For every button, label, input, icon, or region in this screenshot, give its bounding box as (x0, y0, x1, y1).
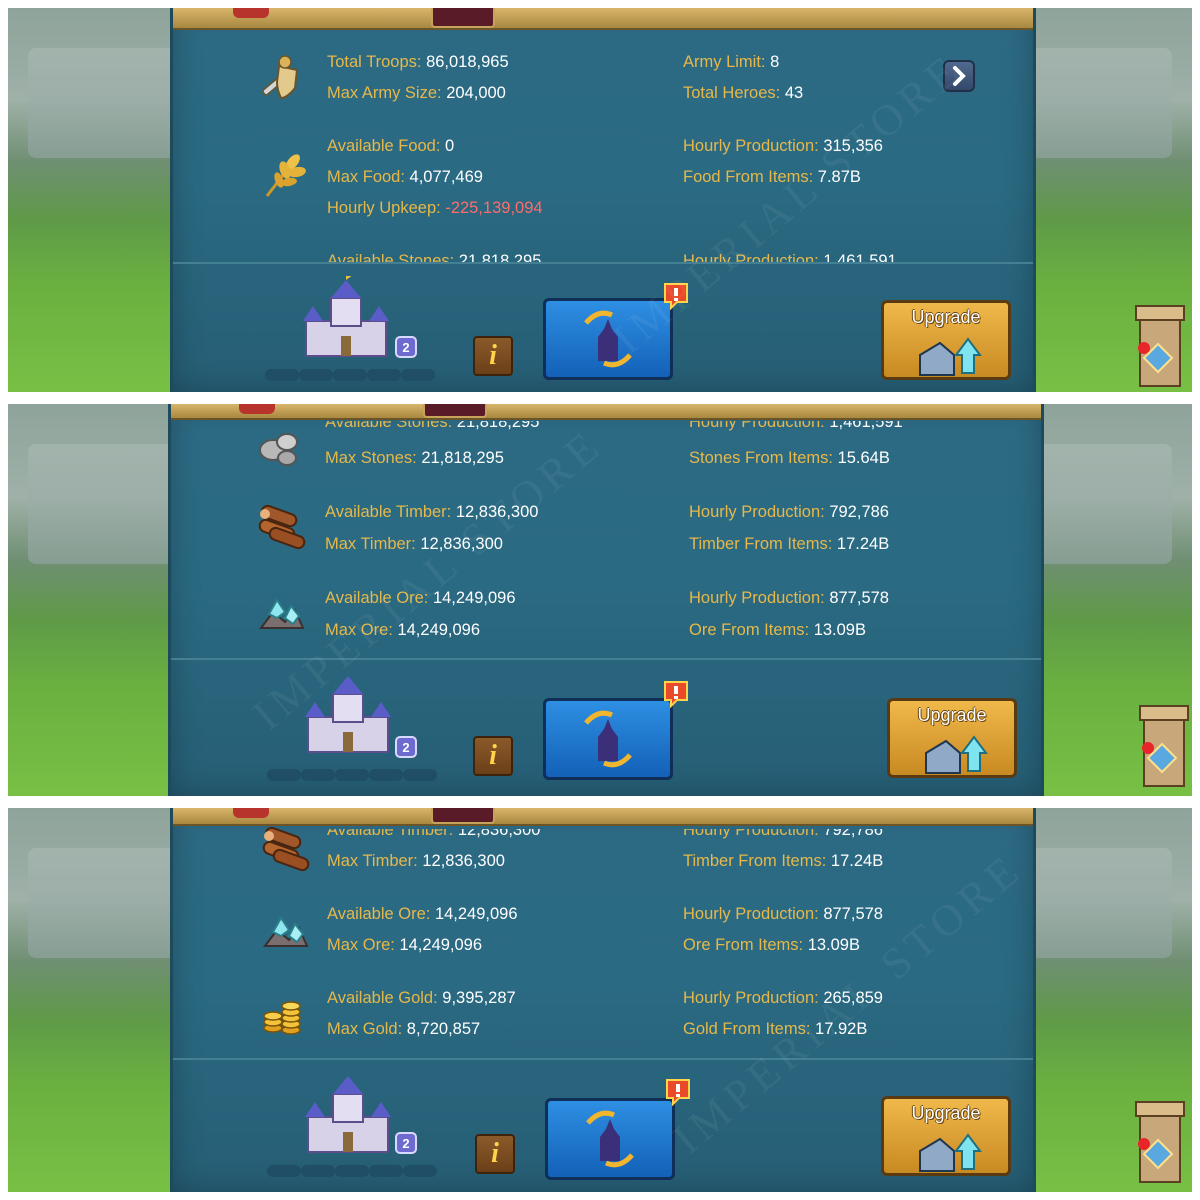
background-wall (1022, 848, 1172, 958)
castle-level-badge: 2 (395, 336, 417, 358)
timber-from-items: Timber From Items: 17.24B (683, 852, 884, 870)
upgrade-label: Upgrade (911, 1103, 981, 1123)
total-heroes: Total Heroes: 43 (683, 84, 804, 102)
screenshot-2: Available Stones: 21,818,295 Hourly Prod… (8, 404, 1192, 796)
switch-castle-button[interactable] (545, 1098, 675, 1180)
page-indicator (267, 1162, 437, 1177)
resource-panel: Total Troops: 86,018,965 Max Army Size: … (170, 8, 1036, 392)
total-troops: Total Troops: 86,018,965 (327, 53, 509, 71)
chevron-right-icon (953, 66, 966, 86)
sword-shield-icon (262, 55, 299, 100)
stones-from-items: Stones From Items: 15.64B (689, 449, 890, 467)
castle-icon (305, 1076, 391, 1153)
available-food: Available Food: 0 (327, 137, 455, 155)
max-ore: Max Ore: 14,249,096 (325, 621, 481, 639)
panel-top-bar (171, 404, 1041, 420)
available-gold: Available Gold: 9,395,287 (327, 989, 516, 1007)
castle-swap-icon (586, 1110, 634, 1168)
guild-emblem (431, 8, 495, 28)
background-wall (1022, 48, 1172, 158)
timber-from-items: Timber From Items: 17.24B (689, 535, 890, 553)
info-button[interactable]: i (473, 336, 513, 376)
max-army-size: Max Army Size: 204,000 (327, 84, 506, 102)
gold-from-items: Gold From Items: 17.92B (683, 1020, 868, 1038)
available-timber: Available Timber: 12,836,300 (325, 503, 539, 521)
upgrade-button[interactable]: Upgrade (881, 1096, 1011, 1176)
alert-icon (664, 681, 688, 708)
panel-top-bar (173, 8, 1033, 30)
stones-hourly-production-partial: Hourly Production: 1,461,591 (683, 252, 897, 270)
background-wall (28, 444, 178, 564)
castle-level-badge: 2 (395, 736, 417, 758)
available-ore: Available Ore: 14,249,096 (327, 905, 518, 923)
footer-divider (173, 262, 1033, 264)
max-timber: Max Timber: 12,836,300 (327, 852, 505, 870)
upgrade-button[interactable]: Upgrade (887, 698, 1017, 778)
next-arrow-button[interactable] (943, 60, 975, 92)
castle-icon (305, 676, 391, 753)
footer-divider (173, 1058, 1033, 1060)
alert-icon (666, 1079, 690, 1106)
available-ore: Available Ore: 14,249,096 (325, 589, 516, 607)
tower-icon[interactable] (1132, 696, 1192, 792)
upgrade-icon (919, 337, 982, 376)
castle-level-badge: 2 (395, 1132, 417, 1154)
gold-hourly-production: Hourly Production: 265,859 (683, 989, 883, 1007)
guild-emblem (431, 808, 495, 824)
vip-badge (239, 404, 275, 414)
upgrade-label: Upgrade (917, 705, 987, 725)
screenshot-3: Available Timber: 12,836,300 Hourly Prod… (8, 808, 1192, 1192)
page-indicator (265, 366, 435, 381)
max-gold: Max Gold: 8,720,857 (327, 1020, 481, 1038)
max-food: Max Food: 4,077,469 (327, 168, 483, 186)
stone-icon (259, 433, 298, 466)
screenshot-1: Total Troops: 86,018,965 Max Army Size: … (8, 8, 1192, 392)
background-wall (28, 848, 178, 958)
guild-emblem (423, 404, 487, 418)
castle-swap-icon (584, 710, 632, 768)
wheat-icon (265, 154, 306, 197)
ore-icon (259, 598, 305, 629)
tower-icon[interactable] (1128, 1092, 1188, 1188)
gold-coins-icon (263, 1001, 301, 1035)
ore-from-items: Ore From Items: 13.09B (689, 621, 866, 639)
vip-badge (233, 8, 269, 18)
info-button[interactable]: i (475, 1134, 515, 1174)
info-button[interactable]: i (473, 736, 513, 776)
switch-castle-button[interactable] (543, 298, 673, 380)
background-wall (1022, 444, 1172, 564)
background-wall (28, 48, 178, 158)
timber-hourly-production: Hourly Production: 792,786 (689, 503, 889, 521)
ore-from-items: Ore From Items: 13.09B (683, 936, 860, 954)
available-stones-partial: Available Stones: 21,818,295 (327, 252, 542, 270)
ore-hourly-production: Hourly Production: 877,578 (689, 589, 889, 607)
max-ore: Max Ore: 14,249,096 (327, 936, 483, 954)
army-limit: Army Limit: 8 (683, 53, 780, 71)
vip-badge (233, 808, 269, 818)
upgrade-button[interactable]: Upgrade (881, 300, 1011, 380)
upgrade-icon (925, 735, 988, 774)
resource-panel: Available Stones: 21,818,295 Hourly Prod… (168, 404, 1044, 796)
food-hourly-production: Hourly Production: 315,356 (683, 137, 883, 155)
footer-divider (171, 658, 1041, 660)
hourly-upkeep: Hourly Upkeep: -225,139,094 (327, 199, 543, 217)
page-indicator (267, 766, 437, 781)
alert-icon (664, 283, 688, 310)
upgrade-icon (919, 1133, 982, 1172)
ore-icon (263, 916, 309, 947)
timber-icon (258, 504, 306, 550)
castle-icon (303, 276, 389, 357)
switch-castle-button[interactable] (543, 698, 673, 780)
food-from-items: Food From Items: 7.87B (683, 168, 861, 186)
upgrade-label: Upgrade (911, 307, 981, 327)
max-timber: Max Timber: 12,836,300 (325, 535, 503, 553)
tower-icon[interactable] (1128, 296, 1188, 392)
resource-panel: Available Timber: 12,836,300 Hourly Prod… (170, 808, 1036, 1192)
ore-hourly-production: Hourly Production: 877,578 (683, 905, 883, 923)
castle-swap-icon (584, 310, 632, 368)
max-stones: Max Stones: 21,818,295 (325, 449, 504, 467)
timber-icon (262, 826, 310, 872)
